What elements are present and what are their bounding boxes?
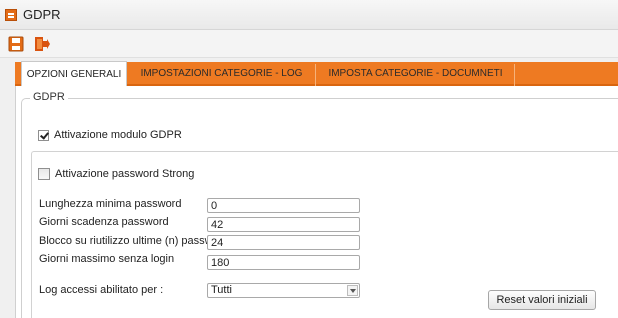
strong-password-label: Attivazione password Strong <box>55 168 195 180</box>
log-access-label: Log accessi abilitato per : <box>39 284 164 296</box>
fieldset-legend: GDPR <box>30 91 68 103</box>
min-length-label: Lunghezza minima password <box>39 198 182 210</box>
max-days-no-login-label: Giorni massimo senza login <box>39 253 175 265</box>
gdpr-module-row: Attivazione modulo GDPR <box>38 129 182 141</box>
save-icon[interactable] <box>7 35 25 53</box>
log-access-select[interactable]: Tutti <box>207 283 360 298</box>
reuse-block-input[interactable] <box>207 235 360 250</box>
strong-password-checkbox[interactable] <box>38 168 50 180</box>
chevron-down-icon[interactable] <box>347 285 358 296</box>
tab-impostazioni-categorie-log[interactable]: IMPOSTAZIONI CATEGORIE - LOG <box>128 64 316 86</box>
window-title: GDPR <box>23 7 61 22</box>
max-days-no-login-input[interactable] <box>207 255 360 270</box>
tab-strip: OPZIONI GENERALI IMPOSTAZIONI CATEGORIE … <box>15 61 618 88</box>
exit-icon[interactable] <box>33 35 51 53</box>
log-access-value: Tutti <box>211 284 232 296</box>
gdpr-module-checkbox[interactable] <box>38 129 49 141</box>
reuse-block-label: Blocco su riutilizzo ultime (n) password <box>39 235 229 247</box>
title-bar: GDPR <box>0 0 618 30</box>
reset-defaults-button[interactable]: Reset valori iniziali <box>488 290 596 310</box>
tab-opzioni-generali[interactable]: OPZIONI GENERALI <box>21 61 127 88</box>
tab-imposta-categorie-documenti[interactable]: IMPOSTA CATEGORIE - DOCUMNETI <box>317 64 515 86</box>
app-icon <box>5 9 17 21</box>
toolbar <box>0 30 618 58</box>
password-expiry-label: Giorni scadenza password <box>39 216 169 228</box>
password-expiry-input[interactable] <box>207 217 360 232</box>
strong-password-row: Attivazione password Strong <box>38 168 194 180</box>
min-length-input[interactable] <box>207 198 360 213</box>
gdpr-module-label: Attivazione modulo GDPR <box>54 129 182 141</box>
